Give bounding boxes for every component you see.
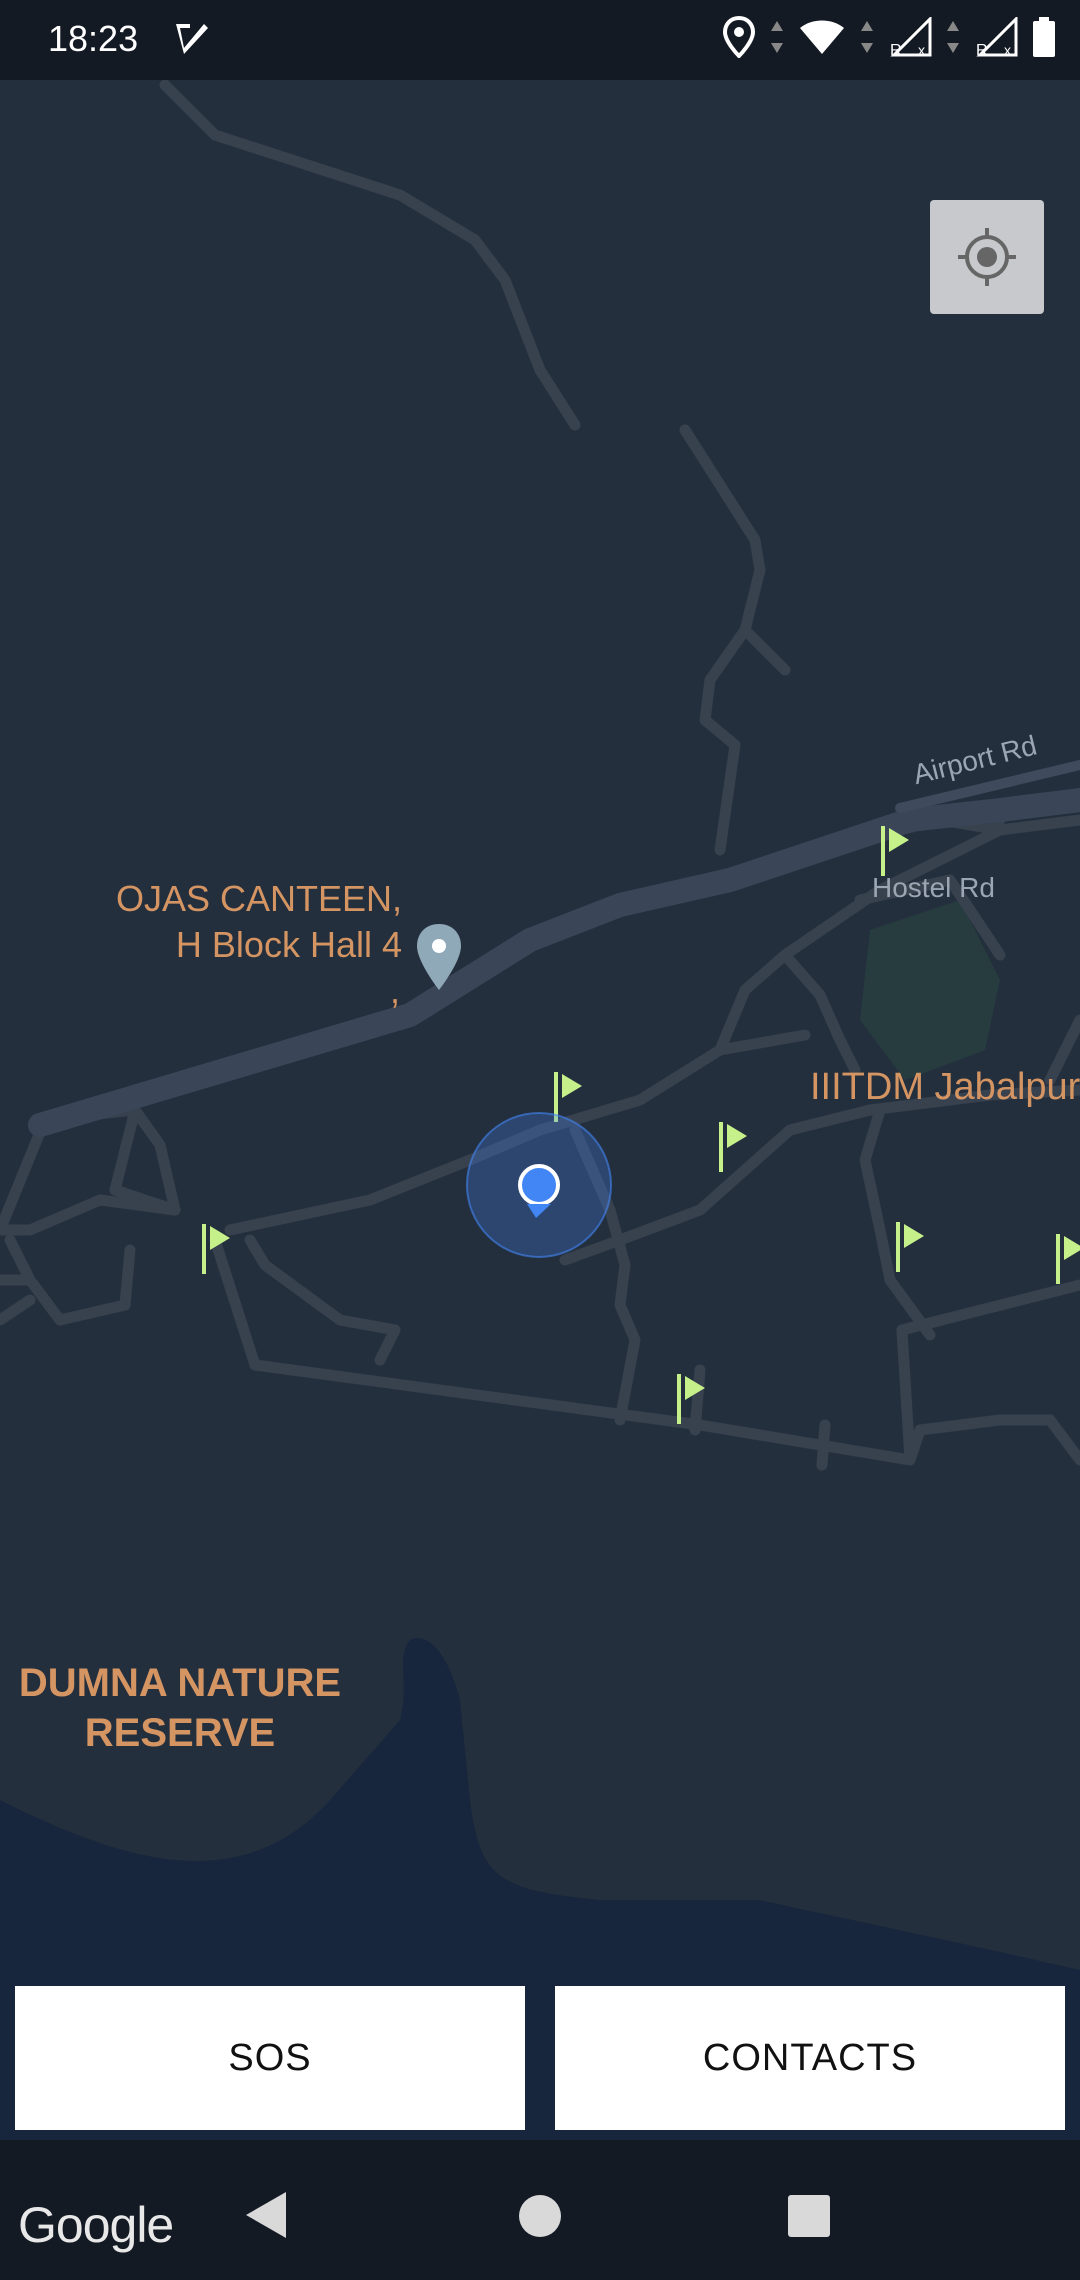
google-logo: Google (18, 2197, 174, 2253)
wifi-icon (800, 20, 844, 54)
svg-text:x: x (918, 42, 925, 57)
my-location-button[interactable] (930, 200, 1044, 314)
reserve-label-line2: RESERVE (84, 1711, 276, 1755)
battery-icon (1033, 17, 1055, 57)
campus-label: IIITDM Jabalpur (810, 1066, 1080, 1108)
status-bar: 18:23 Rx Rx (0, 0, 1080, 80)
my-location-indicator (466, 1112, 612, 1258)
svg-text:x: x (1004, 42, 1011, 57)
status-time: 18:23 (48, 18, 139, 59)
signal-r-icon: Rx (890, 17, 932, 57)
poi-label-line3: , (389, 970, 400, 1011)
home-icon[interactable] (517, 2193, 563, 2239)
poi-label: OJAS CANTEEN, H Block Hall 4 , (112, 876, 402, 1014)
poi-label-line1: OJAS CANTEEN, (115, 878, 402, 919)
map-view[interactable]: Airport Rd Hostel Rd OJAS CANTEEN, H Blo… (0, 80, 1080, 2140)
flag-marker-icon[interactable] (877, 822, 917, 878)
flag-marker-icon[interactable] (715, 1118, 755, 1174)
flag-marker-icon[interactable] (1052, 1230, 1080, 1286)
poi-pin-icon[interactable] (414, 922, 464, 992)
poi-label-line2: H Block Hall 4 (175, 924, 402, 965)
contacts-button[interactable]: CONTACTS (555, 1986, 1065, 2130)
reserve-label-line1: DUMNA NATURE (18, 1661, 342, 1705)
data-arrows-icon (861, 21, 873, 53)
check-app-icon (170, 18, 210, 63)
signal-r-icon: Rx (976, 17, 1018, 57)
flag-marker-icon[interactable] (198, 1220, 238, 1276)
back-icon[interactable] (244, 2190, 288, 2240)
sos-button[interactable]: SOS (15, 1986, 525, 2130)
svg-text:R: R (890, 42, 902, 57)
flag-marker-icon[interactable] (892, 1218, 932, 1274)
crosshair-icon (958, 228, 1016, 286)
recents-icon[interactable] (787, 2194, 831, 2238)
data-arrows-icon (771, 21, 783, 53)
svg-text:R: R (976, 42, 988, 57)
status-icons: Rx Rx (722, 16, 1056, 58)
flag-marker-icon[interactable] (673, 1370, 713, 1426)
data-arrows-icon (947, 21, 959, 53)
reserve-label: DUMNA NATURE RESERVE (10, 1658, 350, 1758)
location-icon (722, 16, 756, 58)
